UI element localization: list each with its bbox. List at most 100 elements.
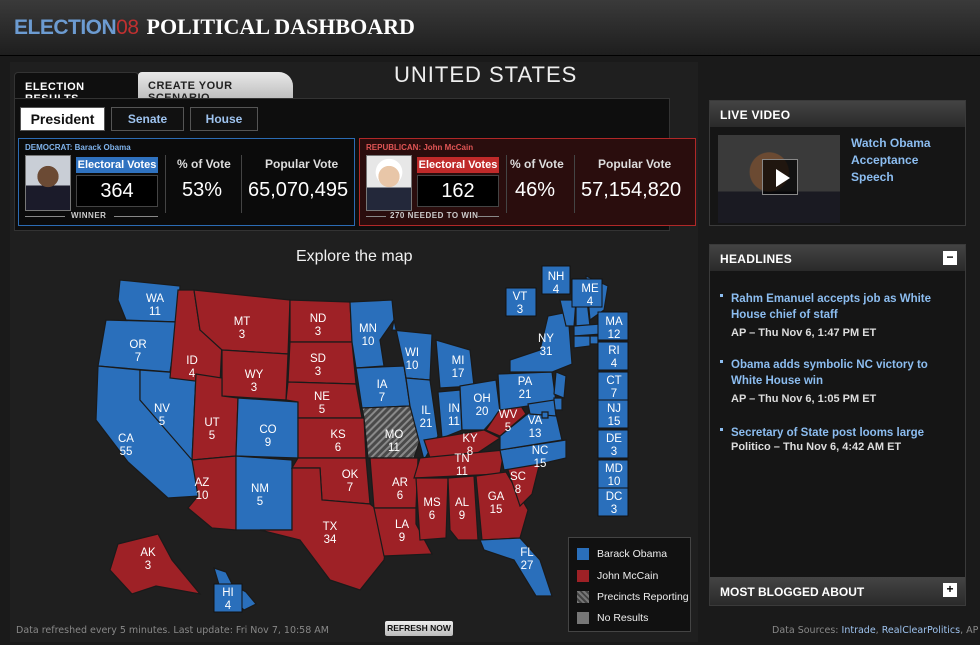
state-label: SC bbox=[510, 471, 526, 483]
state-label: NY bbox=[538, 333, 554, 345]
state-fl[interactable] bbox=[479, 537, 553, 597]
state-ev-label: 10 bbox=[196, 490, 209, 502]
state-ev-label: 11 bbox=[448, 416, 460, 428]
state-label: OH bbox=[473, 393, 490, 405]
data-sources: Data Sources: Intrade, RealClearPolitics… bbox=[772, 625, 979, 636]
state-ev-label: 3 bbox=[611, 446, 617, 458]
live-video-panel: LIVE VIDEO Watch Obama Acceptance Speech bbox=[709, 100, 966, 226]
bullet-icon bbox=[720, 294, 723, 297]
headline-link[interactable]: Secretary of State post looms large bbox=[731, 425, 924, 441]
state-label: KY bbox=[462, 433, 478, 445]
state-ev-label: 4 bbox=[587, 296, 594, 308]
state-label: NC bbox=[532, 445, 549, 457]
state-ev-label: 55 bbox=[120, 446, 133, 458]
headlines-title: HEADLINES bbox=[710, 245, 965, 271]
state-ev-label: 17 bbox=[452, 368, 465, 380]
state-label: FL bbox=[520, 547, 534, 559]
headlines-heading: HEADLINES bbox=[720, 252, 793, 266]
state-label: PA bbox=[518, 376, 533, 388]
watch-speech-link[interactable]: Watch Obama Acceptance Speech bbox=[851, 135, 961, 186]
state-ev-label: 31 bbox=[540, 346, 553, 358]
state-ev-label: 5 bbox=[505, 422, 511, 434]
refresh-info: Data refreshed every 5 minutes. Last upd… bbox=[16, 625, 329, 636]
us-electoral-map: WA11OR7CA55NV5ID4MT3WY3UT5AZ10CO9NM5ND3S… bbox=[95, 265, 629, 613]
bullet-icon bbox=[720, 428, 723, 431]
state-label: OK bbox=[342, 469, 359, 481]
state-ev-label: 20 bbox=[476, 406, 489, 418]
state-label: IN bbox=[448, 403, 460, 415]
state-ev-label: 3 bbox=[315, 366, 321, 378]
state-ev-label: 5 bbox=[257, 496, 263, 508]
state-ev-label: 5 bbox=[209, 430, 215, 442]
state-label: RI bbox=[608, 345, 620, 357]
state-label: TX bbox=[323, 521, 338, 533]
state-ev-label: 11 bbox=[456, 466, 468, 478]
expand-icon[interactable]: + bbox=[943, 583, 957, 597]
source-rcp-link[interactable]: RealClearPolitics bbox=[882, 625, 960, 636]
state-label: ID bbox=[186, 355, 198, 367]
state-label: LA bbox=[395, 519, 409, 531]
state-label: ME bbox=[581, 283, 599, 295]
state-label: NE bbox=[314, 391, 330, 403]
state-label: MO bbox=[385, 429, 404, 441]
state-ev-label: 10 bbox=[406, 360, 419, 372]
state-ev-label: 13 bbox=[529, 428, 542, 440]
state-label: AK bbox=[140, 547, 156, 559]
source-intrade-link[interactable]: Intrade bbox=[842, 625, 876, 636]
state-ev-label: 4 bbox=[553, 284, 560, 296]
state-ev-label: 4 bbox=[189, 368, 196, 380]
state-ev-label: 4 bbox=[611, 358, 618, 370]
state-ev-label: 21 bbox=[519, 389, 532, 401]
state-ev-label: 4 bbox=[225, 600, 232, 612]
state-ev-label: 15 bbox=[490, 504, 503, 516]
state-ev-label: 12 bbox=[608, 329, 621, 341]
state-ev-label: 34 bbox=[324, 534, 337, 546]
play-icon[interactable] bbox=[762, 159, 798, 195]
state-label: DC bbox=[606, 491, 623, 503]
state-ev-label: 6 bbox=[429, 510, 435, 522]
state-ak[interactable] bbox=[109, 533, 202, 595]
video-thumbnail[interactable] bbox=[718, 135, 840, 223]
collapse-icon[interactable]: − bbox=[943, 251, 957, 265]
state-label: DE bbox=[606, 433, 622, 445]
state-ev-label: 9 bbox=[399, 532, 405, 544]
state-label: WA bbox=[146, 293, 164, 305]
headline-meta: AP – Thu Nov 6, 1:05 PM ET bbox=[731, 393, 877, 405]
headline-meta: AP – Thu Nov 6, 1:47 PM ET bbox=[731, 327, 877, 339]
state-label: KS bbox=[330, 429, 346, 441]
state-ev-label: 5 bbox=[159, 416, 165, 428]
state-label: GA bbox=[488, 491, 505, 503]
state-ev-label: 3 bbox=[239, 329, 245, 341]
headlines-panel: HEADLINES − Rahm Emanuel accepts job as … bbox=[709, 244, 966, 606]
state-ct[interactable] bbox=[573, 335, 591, 349]
state-label: CT bbox=[606, 375, 621, 387]
state-label: MT bbox=[234, 316, 251, 328]
most-blogged-header[interactable]: MOST BLOGGED ABOUT bbox=[710, 577, 965, 605]
state-ev-label: 21 bbox=[420, 418, 433, 430]
state-ev-label: 3 bbox=[251, 382, 257, 394]
state-label: WI bbox=[405, 347, 419, 359]
refresh-now-button[interactable]: REFRESH NOW bbox=[385, 621, 453, 636]
state-label: WV bbox=[499, 409, 518, 421]
state-label: AL bbox=[455, 497, 470, 509]
state-ev-label: 7 bbox=[135, 352, 141, 364]
state-ri[interactable] bbox=[589, 335, 599, 345]
state-ev-label: 15 bbox=[608, 416, 621, 428]
state-nj[interactable] bbox=[553, 371, 567, 399]
state-dc[interactable] bbox=[541, 411, 549, 419]
state-ev-label: 9 bbox=[459, 510, 465, 522]
headline-link[interactable]: Obama adds symbolic NC victory to White … bbox=[731, 357, 956, 389]
state-ev-label: 6 bbox=[335, 442, 341, 454]
state-label: MI bbox=[452, 355, 465, 367]
state-ev-label: 3 bbox=[611, 504, 617, 516]
state-label: OR bbox=[129, 339, 146, 351]
state-label: NM bbox=[251, 483, 269, 495]
state-ev-label: 3 bbox=[145, 560, 151, 572]
state-ms[interactable] bbox=[415, 477, 449, 541]
state-label: SD bbox=[310, 353, 326, 365]
headline-link[interactable]: Rahm Emanuel accepts job as White House … bbox=[731, 291, 956, 323]
state-ev-label: 7 bbox=[379, 392, 385, 404]
state-label: NH bbox=[548, 271, 565, 283]
most-blogged-title: MOST BLOGGED ABOUT bbox=[720, 585, 865, 599]
state-ev-label: 6 bbox=[397, 490, 403, 502]
